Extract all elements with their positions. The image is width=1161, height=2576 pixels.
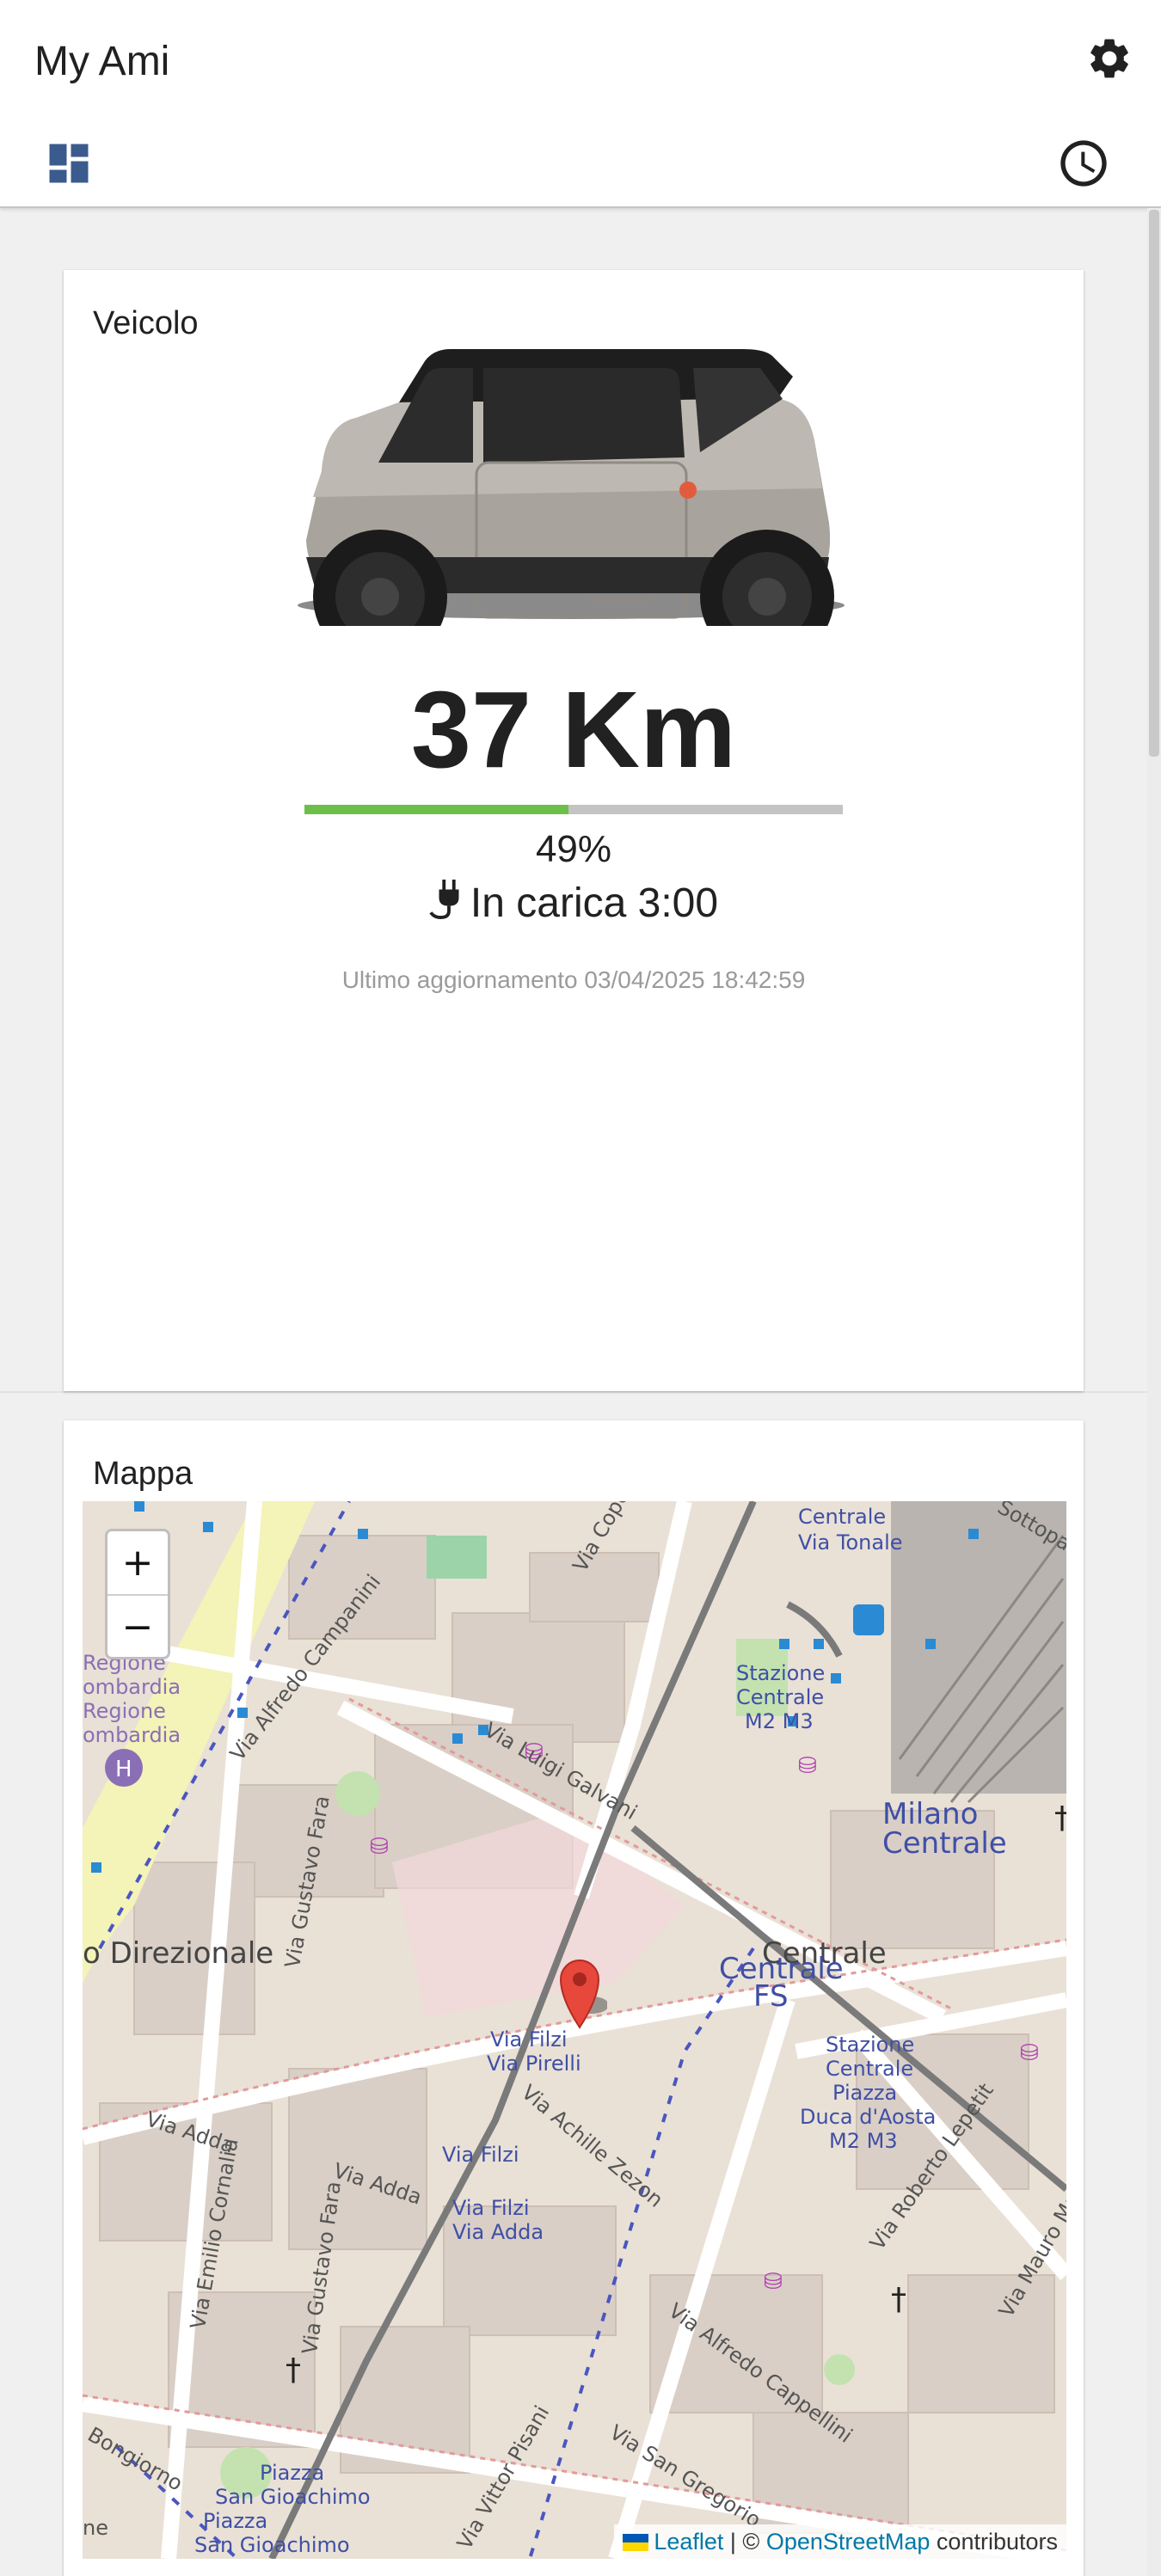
map-label: Piazza xyxy=(203,2509,268,2533)
svg-text:⛁: ⛁ xyxy=(370,1834,389,1860)
map-card: Mappa H † † ⛁ ⛁ ⛁ ⛁ ⛁ Via Cope Centrale … xyxy=(64,1420,1084,2576)
map-label: Centrale xyxy=(882,1826,1007,1861)
map-label: o Direzionale xyxy=(83,1936,274,1971)
settings-button[interactable] xyxy=(1085,34,1133,83)
ukraine-flag-icon xyxy=(623,2534,649,2551)
map-label: Via Filzi xyxy=(442,2143,519,2167)
svg-text:⛁: ⛁ xyxy=(798,1753,817,1779)
map-label: M2 M3 xyxy=(745,1709,814,1733)
gear-icon xyxy=(1090,39,1128,78)
map-label: Duca d'Aosta xyxy=(800,2105,937,2129)
map-label: Via Filzi xyxy=(490,2027,568,2052)
dashboard-icon xyxy=(49,144,89,183)
map-view[interactable]: H † † † ⛁ ⛁ ⛁ ⛁ ⛁ Via Cope Centrale Via … xyxy=(83,1501,1066,2559)
map-label: M2 M3 xyxy=(829,2129,898,2153)
battery-bar xyxy=(304,805,843,814)
leaflet-link[interactable]: Leaflet xyxy=(654,2529,723,2555)
svg-text:⛁: ⛁ xyxy=(764,2269,783,2295)
map-label: ombardia xyxy=(83,1723,181,1747)
svg-text:H: H xyxy=(115,1757,132,1782)
map-attribution: Leaflet | © OpenStreetMap contributors xyxy=(614,2524,1066,2559)
svg-text:⛁: ⛁ xyxy=(1020,2040,1039,2066)
map-label: Centrale xyxy=(798,1505,887,1529)
map-label: Via Pirelli xyxy=(487,2052,581,2076)
plug-icon xyxy=(429,880,459,920)
zoom-out-button[interactable]: − xyxy=(108,1596,168,1657)
map-label: Piazza xyxy=(260,2461,325,2485)
map-label: ne xyxy=(83,2516,108,2540)
zoom-control: + − xyxy=(105,1529,170,1659)
battery-bar-fill xyxy=(304,805,568,814)
section-divider xyxy=(0,1391,1147,1393)
vehicle-card-title: Veicolo xyxy=(93,305,199,341)
map-label: Centrale xyxy=(736,1685,825,1709)
map-label: Centrale xyxy=(826,2057,914,2081)
map-label: Via Tonale xyxy=(798,1530,903,1555)
car-image xyxy=(296,342,846,664)
app-bar: My Ami xyxy=(0,0,1161,208)
zoom-in-button[interactable]: + xyxy=(108,1531,168,1596)
map-label: San Gioachimo xyxy=(194,2533,350,2557)
vehicle-location-marker-icon[interactable] xyxy=(556,1953,607,2031)
map-label: Via Filzi xyxy=(452,2196,530,2220)
scrollbar-thumb[interactable] xyxy=(1149,210,1159,757)
map-label: FS xyxy=(753,1979,789,2014)
tab-history[interactable] xyxy=(1056,136,1111,191)
range-value: 37 Km xyxy=(410,669,737,790)
battery-percent: 49% xyxy=(535,828,612,870)
tab-dashboard[interactable] xyxy=(43,138,95,189)
map-card-title: Mappa xyxy=(93,1456,194,1492)
map-label: Via Adda xyxy=(452,2220,544,2244)
svg-text:†: † xyxy=(891,2282,906,2317)
map-label: Piazza xyxy=(832,2081,898,2105)
last-update-text: Ultimo aggiornamento 03/04/2025 18:42:59 xyxy=(341,966,806,993)
openstreetmap-link[interactable]: OpenStreetMap xyxy=(766,2529,931,2555)
map-label: Regione xyxy=(83,1699,166,1723)
attribution-separator: | © xyxy=(723,2529,766,2555)
clock-icon xyxy=(1060,140,1107,187)
map-label: Stazione xyxy=(736,1661,826,1685)
attribution-suffix: contributors xyxy=(930,2529,1058,2555)
svg-text:†: † xyxy=(286,2352,301,2388)
map-label: ombardia xyxy=(83,1675,181,1699)
map-label: San Gioachimo xyxy=(215,2485,371,2509)
app-title: My Ami xyxy=(34,39,170,84)
svg-text:†: † xyxy=(1054,1800,1066,1836)
vehicle-card: Veicolo 37 Km 49% In carica 3:00 Ultimo … xyxy=(64,270,1084,1391)
map-label: Stazione xyxy=(826,2033,915,2057)
charging-status-text: In carica 3:00 xyxy=(470,880,719,926)
charging-status: In carica 3:00 xyxy=(64,877,1084,930)
